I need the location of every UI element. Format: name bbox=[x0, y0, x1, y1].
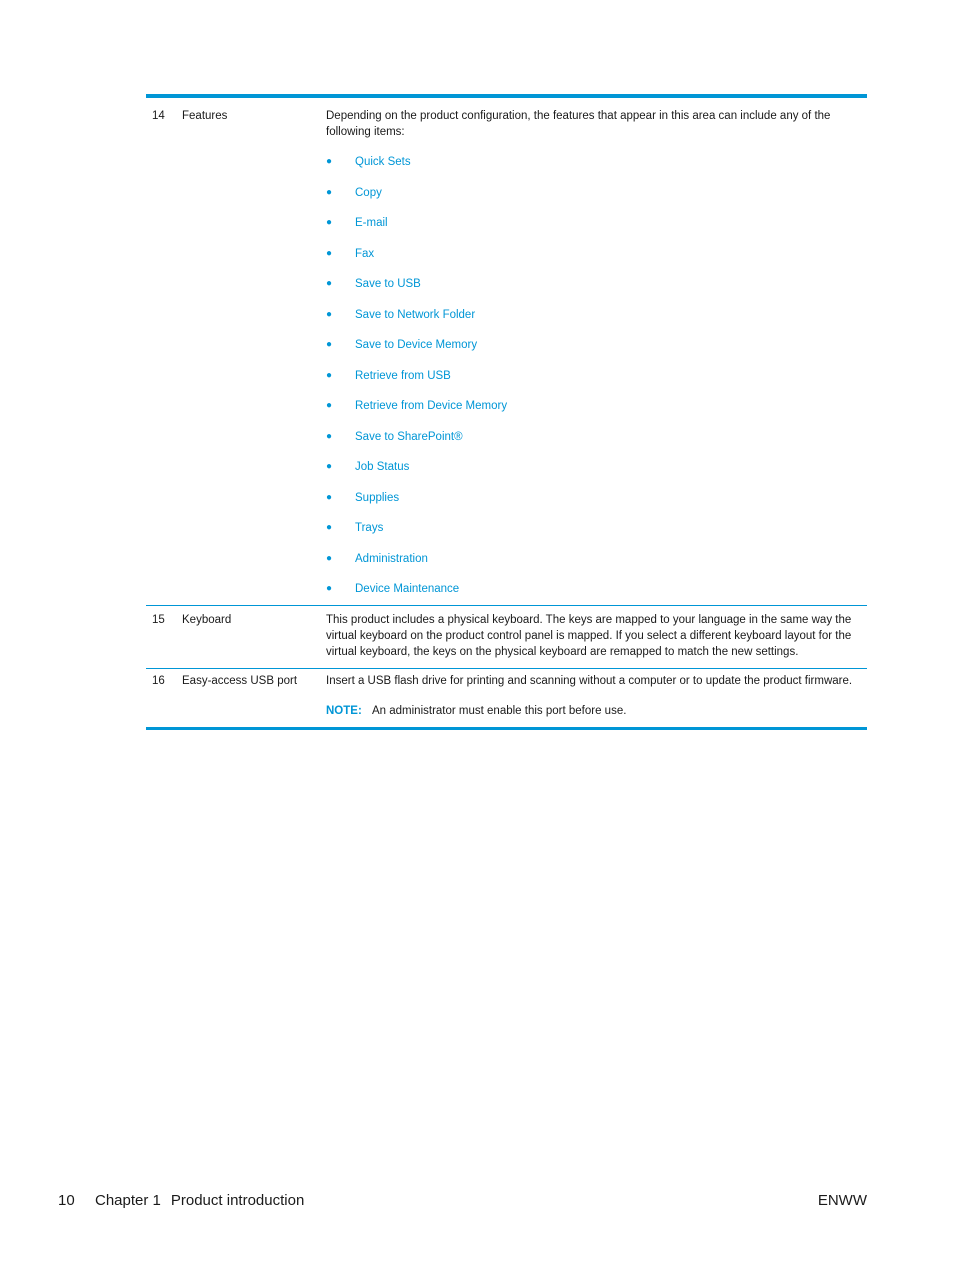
list-item: ● Save to SharePoint® bbox=[326, 429, 861, 460]
feature-link-retrieve-from-usb[interactable]: Retrieve from USB bbox=[355, 368, 451, 384]
list-item: ● E-mail bbox=[326, 215, 861, 246]
bullet-icon: ● bbox=[326, 430, 333, 442]
bullet-icon: ● bbox=[326, 369, 333, 381]
bullet-icon: ● bbox=[326, 461, 333, 472]
page-number: 10 bbox=[58, 1192, 75, 1209]
row-number: 16 bbox=[152, 675, 165, 687]
feature-link-quick-sets[interactable]: Quick Sets bbox=[355, 154, 411, 170]
bullet-icon: ● bbox=[326, 247, 333, 259]
bullet-icon: ● bbox=[326, 583, 333, 594]
page-footer: 10 Chapter 1 Product introduction ENWW bbox=[58, 1192, 867, 1209]
bullet-icon: ● bbox=[326, 186, 333, 198]
row-number: 14 bbox=[152, 110, 165, 122]
feature-link-email[interactable]: E-mail bbox=[355, 215, 388, 231]
note: NOTE: An administrator must enable this … bbox=[326, 703, 861, 719]
list-item: ● Job Status bbox=[326, 459, 861, 490]
feature-link-trays[interactable]: Trays bbox=[355, 520, 383, 536]
feature-link-retrieve-from-device-memory[interactable]: Retrieve from Device Memory bbox=[355, 398, 507, 414]
row-number: 15 bbox=[152, 614, 165, 626]
feature-link-copy[interactable]: Copy bbox=[355, 185, 382, 201]
bullet-icon: ● bbox=[326, 552, 333, 564]
list-item: ● Retrieve from Device Memory bbox=[326, 398, 861, 429]
list-item: ● Fax bbox=[326, 246, 861, 277]
row-description-cell: Insert a USB flash drive for printing an… bbox=[326, 673, 867, 719]
list-item: ● Device Maintenance bbox=[326, 581, 861, 599]
bullet-icon: ● bbox=[326, 156, 333, 167]
table-row: 14 Features Depending on the product con… bbox=[146, 98, 867, 605]
row-label: Keyboard bbox=[182, 614, 232, 626]
feature-link-save-to-device-memory[interactable]: Save to Device Memory bbox=[355, 337, 477, 353]
feature-link-administration[interactable]: Administration bbox=[355, 551, 428, 567]
list-item: ● Copy bbox=[326, 185, 861, 216]
chapter-title: Product introduction bbox=[170, 1192, 305, 1209]
row-description-cell: Depending on the product configuration, … bbox=[326, 108, 867, 599]
feature-link-job-status[interactable]: Job Status bbox=[355, 459, 409, 475]
bullet-icon: ● bbox=[326, 308, 333, 320]
note-label: NOTE: bbox=[326, 705, 362, 717]
list-item: ● Retrieve from USB bbox=[326, 368, 861, 399]
feature-link-fax[interactable]: Fax bbox=[355, 246, 374, 262]
bullet-icon: ● bbox=[326, 522, 333, 533]
row-label: Features bbox=[182, 110, 228, 122]
list-item: ● Quick Sets bbox=[326, 154, 861, 185]
note-text: An administrator must enable this port b… bbox=[372, 705, 627, 717]
bullet-icon: ● bbox=[326, 339, 333, 350]
feature-link-save-to-sharepoint[interactable]: Save to SharePoint® bbox=[355, 429, 463, 445]
feature-link-save-to-network-folder[interactable]: Save to Network Folder bbox=[355, 307, 475, 323]
row-label: Easy-access USB port bbox=[182, 675, 298, 687]
row-description: This product includes a physical keyboar… bbox=[326, 614, 852, 658]
features-list: ● Quick Sets ● Copy ● E-mail ● Fax ● Save to … bbox=[326, 154, 861, 599]
list-item: ● Trays bbox=[326, 520, 861, 551]
bullet-icon: ● bbox=[326, 217, 333, 228]
list-item: ● Save to USB bbox=[326, 276, 861, 307]
list-item: ● Administration bbox=[326, 551, 861, 582]
row-description: Depending on the product configuration, … bbox=[326, 110, 831, 138]
bullet-icon: ● bbox=[326, 491, 333, 503]
locale-code: ENWW bbox=[817, 1192, 867, 1209]
chapter-label: Chapter 1 bbox=[95, 1192, 161, 1209]
list-item: ● Save to Device Memory bbox=[326, 337, 861, 368]
feature-link-device-maintenance[interactable]: Device Maintenance bbox=[355, 581, 459, 597]
list-item: ● Supplies bbox=[326, 490, 861, 521]
table-row: 15 Keyboard This product includes a phys… bbox=[146, 605, 867, 668]
feature-link-supplies[interactable]: Supplies bbox=[355, 490, 399, 506]
feature-link-save-to-usb[interactable]: Save to USB bbox=[355, 276, 421, 292]
row-description: Insert a USB flash drive for printing an… bbox=[326, 675, 853, 687]
component-table: 14 Features Depending on the product con… bbox=[146, 94, 867, 730]
table-row: 16 Easy-access USB port Insert a USB fla… bbox=[146, 668, 867, 727]
bullet-icon: ● bbox=[326, 278, 333, 289]
list-item: ● Save to Network Folder bbox=[326, 307, 861, 338]
bullet-icon: ● bbox=[326, 400, 333, 411]
